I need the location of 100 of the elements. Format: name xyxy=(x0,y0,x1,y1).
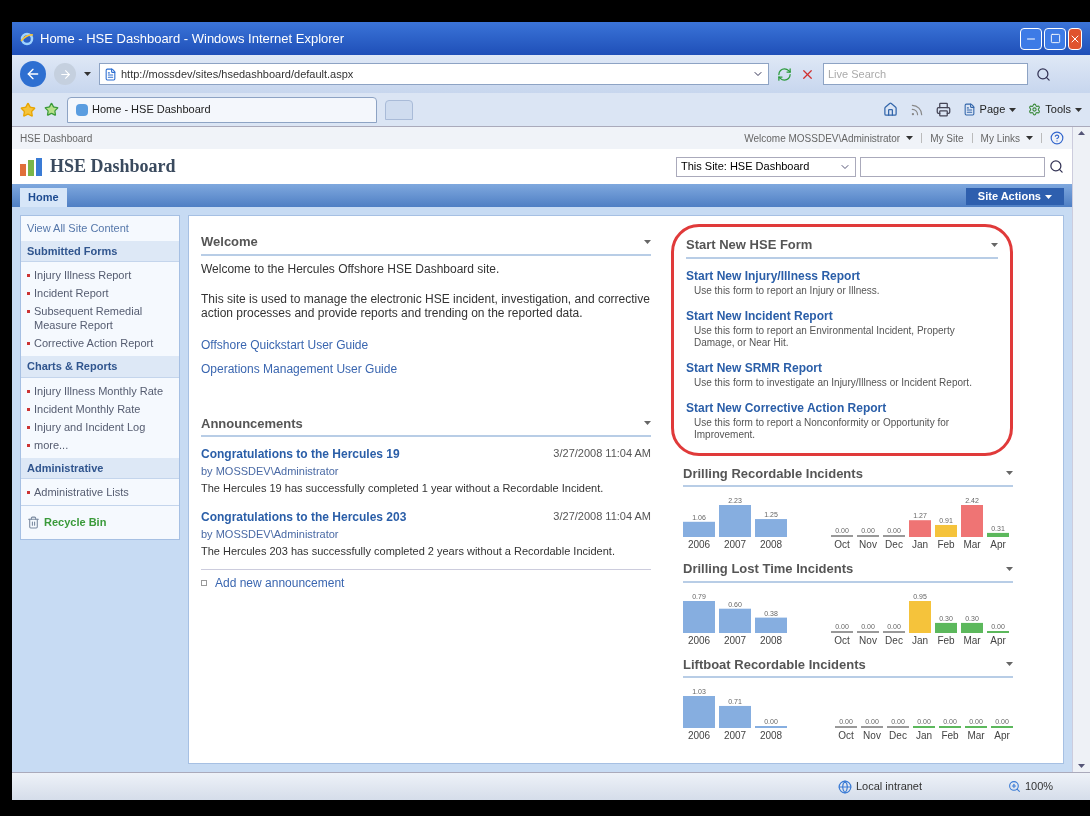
print-icon[interactable] xyxy=(935,102,951,117)
recycle-bin-icon xyxy=(27,515,40,529)
site-actions-button[interactable]: Site Actions xyxy=(965,188,1064,205)
caret-icon xyxy=(1006,662,1013,667)
close-button[interactable] xyxy=(1068,27,1082,50)
announcement-date: 3/27/2008 11:04 AM xyxy=(553,446,651,461)
forward-arrow-icon xyxy=(58,67,72,81)
web-part-title: Start New HSE Form xyxy=(686,236,813,254)
recycle-bin-link[interactable]: Recycle Bin xyxy=(44,514,107,531)
bar xyxy=(961,505,983,537)
welcome-menu[interactable]: Welcome MOSSDEV\Administrator xyxy=(744,130,901,146)
bar xyxy=(987,630,1009,633)
form-link[interactable]: Start New Injury/Illness Report xyxy=(686,266,998,285)
bar xyxy=(683,696,715,728)
nav-tab[interactable]: Home xyxy=(20,188,67,207)
search-icon[interactable] xyxy=(1049,159,1064,174)
nav-link[interactable]: Injury Illness Report xyxy=(34,268,132,282)
guide-link[interactable]: Offshore Quickstart User Guide xyxy=(201,335,651,354)
site-search-field[interactable] xyxy=(860,156,1045,177)
command-button[interactable]: Tools xyxy=(1028,101,1082,118)
search-field[interactable]: Live Search xyxy=(823,63,1028,85)
globe-icon xyxy=(838,779,852,794)
form-description: Use this form to report an Injury or Illness. xyxy=(693,284,881,297)
category-label: Apr xyxy=(990,539,1006,550)
form-link[interactable]: Start New Corrective Action Report xyxy=(686,398,998,417)
refresh-icon[interactable] xyxy=(777,66,792,82)
browser-logo-icon xyxy=(20,31,34,46)
bullet-icon xyxy=(27,491,30,494)
form-link[interactable]: Start New SRMR Report xyxy=(686,358,998,377)
section-heading[interactable]: Administrative xyxy=(21,457,179,479)
home-icon[interactable] xyxy=(882,102,898,117)
section-heading[interactable]: Charts & Reports xyxy=(21,356,179,378)
help-icon[interactable] xyxy=(1050,131,1064,145)
bullet-icon xyxy=(27,389,30,393)
page-icon xyxy=(104,67,117,81)
search-scope-dropdown[interactable]: This Site: HSE Dashboard xyxy=(676,156,856,177)
category-label: Oct xyxy=(834,634,850,646)
guide-link[interactable]: Operations Management User Guide xyxy=(201,359,651,378)
maximize-button[interactable] xyxy=(1044,27,1066,50)
category-label: Oct xyxy=(838,729,854,742)
category-label: Nov xyxy=(863,729,881,742)
add-favorite-icon[interactable] xyxy=(44,102,59,117)
announcement-title[interactable]: Congratulations to the Hercules 203 xyxy=(201,508,407,526)
browser-tab[interactable]: Home - HSE Dashboard xyxy=(67,96,377,123)
bar xyxy=(909,600,931,633)
category-label: Nov xyxy=(859,634,877,646)
section-heading[interactable]: Submitted Forms xyxy=(21,240,179,262)
zoom-icon[interactable] xyxy=(1008,780,1021,793)
minimize-button[interactable] xyxy=(1020,27,1042,50)
feeds-icon[interactable] xyxy=(909,102,924,117)
category-label: 2007 xyxy=(723,634,747,646)
category-label: Jan xyxy=(911,539,929,550)
bar xyxy=(935,524,957,537)
caret-icon xyxy=(1006,471,1013,476)
web-part-title: Drilling Lost Time Incidents xyxy=(683,560,854,578)
bar xyxy=(683,521,715,537)
category-label: 2006 xyxy=(687,634,711,646)
bar xyxy=(719,505,751,537)
nav-link[interactable]: Corrective Action Report xyxy=(34,336,154,350)
search-icon[interactable] xyxy=(1036,66,1051,82)
zoom-level[interactable]: 100% xyxy=(1025,778,1054,795)
announcement-author: by MOSSDEV\Administrator xyxy=(201,464,340,479)
address-field[interactable]: http://mossdev/sites/hsedashboard/default.aspx xyxy=(99,63,769,85)
bar xyxy=(935,622,957,633)
category-label: Nov xyxy=(859,539,877,550)
nav-link[interactable]: Incident Monthly Rate xyxy=(34,401,141,416)
back-button[interactable] xyxy=(20,61,46,87)
scrollbar[interactable] xyxy=(1072,127,1090,772)
nav-link[interactable]: Incident Report xyxy=(34,286,109,300)
category-label: 2008 xyxy=(759,634,783,646)
announcement-title[interactable]: Congratulations to the Hercules 19 xyxy=(201,445,400,463)
form-link[interactable]: Start New Incident Report xyxy=(686,306,998,325)
category-label: Dec xyxy=(885,539,903,550)
web-part-title: Announcements xyxy=(201,414,303,433)
caret-icon xyxy=(84,72,91,76)
nav-link[interactable]: Injury Illness Monthly Rate xyxy=(34,383,163,398)
breadcrumb-link[interactable]: HSE Dashboard xyxy=(20,130,93,146)
caret-icon xyxy=(1078,131,1085,135)
top-link[interactable]: My Site xyxy=(930,130,964,146)
caret-icon xyxy=(906,136,914,140)
category-label: Dec xyxy=(889,729,907,742)
add-announcement-link[interactable]: Add new announcement xyxy=(215,574,345,592)
category-label: Mar xyxy=(963,634,981,646)
url-text: http://mossdev/sites/hsedashboard/default.aspx xyxy=(121,66,354,82)
nav-link[interactable]: Subsequent Remedial Measure Report xyxy=(34,304,173,332)
maximize-icon xyxy=(1049,33,1061,44)
nav-link[interactable]: Injury and Incident Log xyxy=(34,419,146,434)
category-label: 2006 xyxy=(687,539,711,550)
category-label: Mar xyxy=(967,729,985,742)
command-button[interactable]: Page xyxy=(962,101,1017,118)
caret-icon xyxy=(1075,107,1082,112)
bullet-icon xyxy=(27,425,30,429)
bar xyxy=(831,630,853,633)
top-link[interactable]: My Links xyxy=(980,130,1020,146)
view-all-link[interactable]: View All Site Content xyxy=(21,216,179,241)
nav-link[interactable]: more... xyxy=(34,437,69,452)
nav-link[interactable]: Administrative Lists xyxy=(34,485,129,499)
bullet-icon xyxy=(27,310,30,313)
favorites-star-icon[interactable] xyxy=(20,101,36,118)
bullet-icon xyxy=(27,342,30,345)
